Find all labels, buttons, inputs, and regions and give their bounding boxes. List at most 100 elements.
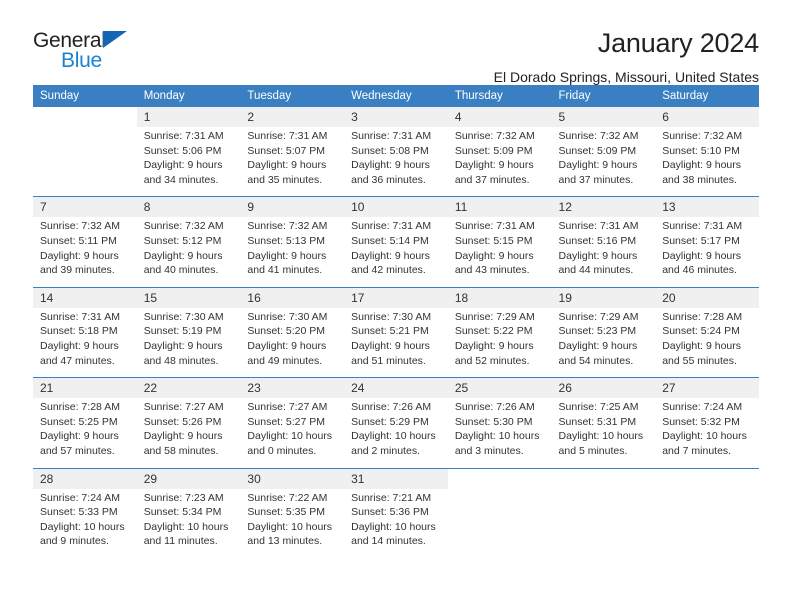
day-cell[interactable]: Sunrise: 7:30 AM Sunset: 5:21 PM Daylight:…: [344, 307, 448, 378]
day-number[interactable]: 19: [551, 286, 656, 308]
day-number[interactable]: 24: [344, 377, 448, 399]
day-cell-line: and 52 minutes.: [454, 354, 530, 367]
day-cell[interactable]: Sunrise: 7:21 AM Sunset: 5:36 PM Daylight:…: [344, 488, 448, 558]
day-cell-line: and 2 minutes.: [351, 444, 420, 457]
page-subtitle: El Dorado Springs, Missouri, United Stat…: [493, 69, 759, 86]
day-number[interactable]: 29: [136, 467, 241, 489]
day-cell[interactable]: Sunrise: 7:31 AM Sunset: 5:18 PM Daylight:…: [33, 307, 137, 378]
day-cell-line: Sunset: 5:17 PM: [662, 234, 740, 247]
day-cell[interactable]: Sunrise: 7:23 AM Sunset: 5:34 PM Daylight:…: [136, 488, 241, 558]
day-cell-line: Sunset: 5:10 PM: [662, 144, 740, 157]
day-number[interactable]: 1: [136, 107, 241, 127]
day-number[interactable]: 31: [344, 467, 448, 489]
day-cell-line: Daylight: 9 hours: [454, 159, 534, 172]
day-cell[interactable]: Sunrise: 7:29 AM Sunset: 5:22 PM Daylight:…: [447, 307, 552, 378]
day-cell-line: Sunrise: 7:31 AM: [662, 220, 743, 233]
day-number[interactable]: 6: [655, 107, 759, 127]
day-number[interactable]: 4: [447, 107, 552, 127]
day-cell[interactable]: Sunrise: 7:32 AM Sunset: 5:09 PM Daylight:…: [551, 127, 656, 197]
day-cell[interactable]: Sunrise: 7:30 AM Sunset: 5:20 PM Daylight:…: [240, 307, 345, 378]
day-cell[interactable]: Sunrise: 7:31 AM Sunset: 5:14 PM Daylight:…: [344, 217, 448, 288]
day-cell-line: and 11 minutes.: [143, 535, 218, 548]
day-cell[interactable]: Sunrise: 7:32 AM Sunset: 5:12 PM Daylight:…: [136, 217, 241, 288]
day-cell[interactable]: Sunrise: 7:31 AM Sunset: 5:15 PM Daylight:…: [447, 217, 552, 288]
day-cell-line: Sunset: 5:09 PM: [454, 144, 533, 157]
day-cell[interactable]: Sunrise: 7:32 AM Sunset: 5:09 PM Daylight:…: [447, 127, 552, 197]
day-number[interactable]: 12: [551, 196, 656, 218]
day-cell[interactable]: Sunrise: 7:27 AM Sunset: 5:26 PM Daylight:…: [136, 398, 241, 468]
day-number[interactable]: 18: [447, 286, 552, 308]
day-number[interactable]: 17: [344, 286, 448, 308]
day-cell-line: and 42 minutes.: [351, 264, 426, 277]
day-cell[interactable]: Sunrise: 7:31 AM Sunset: 5:16 PM Daylight:…: [551, 217, 656, 288]
day-cell[interactable]: Sunrise: 7:31 AM Sunset: 5:07 PM Daylight:…: [240, 127, 345, 197]
day-number[interactable]: 8: [136, 196, 241, 218]
day-cell[interactable]: Sunrise: 7:28 AM Sunset: 5:25 PM Daylight:…: [33, 398, 137, 468]
day-cell-line: Daylight: 9 hours: [143, 339, 223, 352]
general-blue-logo[interactable]: General Blue: [33, 28, 143, 74]
weekday-header-tuesday: Tuesday: [240, 85, 345, 107]
day-cell-line: Sunset: 5:19 PM: [143, 325, 222, 338]
day-cell-line: Daylight: 10 hours: [247, 520, 333, 533]
day-cell-line: Sunset: 5:16 PM: [558, 234, 637, 247]
day-cell[interactable]: Sunrise: 7:24 AM Sunset: 5:32 PM Daylight:…: [655, 398, 759, 468]
day-cell[interactable]: Sunrise: 7:32 AM Sunset: 5:13 PM Daylight:…: [240, 217, 345, 288]
day-number[interactable]: 28: [33, 467, 137, 489]
day-number[interactable]: 14: [33, 286, 137, 308]
day-cell-line: Daylight: 9 hours: [143, 249, 223, 262]
day-number[interactable]: 16: [240, 286, 345, 308]
day-cell[interactable]: Sunrise: 7:22 AM Sunset: 5:35 PM Daylight:…: [240, 488, 345, 558]
day-number[interactable]: 15: [136, 286, 241, 308]
day-cell-line: Sunset: 5:08 PM: [351, 144, 429, 157]
day-cell-line: Sunrise: 7:30 AM: [143, 310, 224, 323]
day-number[interactable]: 9: [240, 196, 345, 218]
day-cell-line: Sunrise: 7:23 AM: [143, 491, 224, 504]
day-cell-line: Sunrise: 7:25 AM: [558, 401, 639, 414]
day-cell[interactable]: Sunrise: 7:31 AM Sunset: 5:08 PM Daylight:…: [344, 127, 448, 197]
day-cell-line: Sunrise: 7:32 AM: [143, 220, 224, 233]
calendar-body: 1 2 3 4 5 6 Sunrise: 7:31 AM Sunset: 5:06 PM Day…: [33, 107, 759, 558]
day-cell-line: Sunrise: 7:32 AM: [247, 220, 328, 233]
day-cell[interactable]: Sunrise: 7:24 AM Sunset: 5:33 PM Daylight:…: [33, 488, 137, 558]
day-number[interactable]: 21: [33, 377, 137, 399]
day-cell[interactable]: Sunrise: 7:32 AM Sunset: 5:10 PM Daylight:…: [655, 127, 759, 197]
day-number[interactable]: 10: [344, 196, 448, 218]
week-info-row: Sunrise: 7:31 AM Sunset: 5:18 PM Daylight:…: [33, 307, 759, 378]
day-cell-line: and 38 minutes.: [662, 173, 737, 186]
day-cell-line: Sunset: 5:32 PM: [662, 415, 740, 428]
day-cell-line: Daylight: 9 hours: [558, 249, 638, 262]
day-cell[interactable]: Sunrise: 7:26 AM Sunset: 5:29 PM Daylight:…: [344, 398, 448, 468]
week-info-row: Sunrise: 7:31 AM Sunset: 5:06 PM Daylight:…: [33, 127, 759, 197]
week-daynumber-row: 123456: [33, 107, 759, 127]
day-number[interactable]: 2: [240, 107, 345, 127]
day-number[interactable]: 13: [655, 196, 759, 218]
day-cell-line: Sunset: 5:07 PM: [247, 144, 326, 157]
day-cell-line: Sunset: 5:15 PM: [454, 234, 533, 247]
day-number[interactable]: 27: [655, 377, 759, 399]
day-cell-line: Sunset: 5:24 PM: [662, 325, 740, 338]
day-number[interactable]: 20: [655, 286, 759, 308]
day-number[interactable]: 25: [447, 377, 552, 399]
title-block: January 2024 El Dorado Springs, Missouri…: [493, 28, 760, 86]
day-cell[interactable]: Sunrise: 7:32 AM Sunset: 5:11 PM Daylight:…: [33, 217, 137, 288]
day-cell[interactable]: Sunrise: 7:31 AM Sunset: 5:06 PM Daylight:…: [136, 127, 241, 197]
day-cell-line: Sunrise: 7:31 AM: [247, 130, 328, 142]
day-number[interactable]: 7: [33, 196, 137, 218]
day-number[interactable]: 26: [551, 377, 656, 399]
day-number[interactable]: 11: [447, 196, 552, 218]
day-cell[interactable]: Sunrise: 7:25 AM Sunset: 5:31 PM Daylight:…: [551, 398, 656, 468]
day-cell-line: and 39 minutes.: [40, 264, 115, 277]
day-number[interactable]: 23: [240, 377, 345, 399]
day-number[interactable]: 22: [136, 377, 241, 399]
day-cell-line: and 37 minutes.: [454, 173, 530, 186]
day-cell[interactable]: Sunrise: 7:28 AM Sunset: 5:24 PM Daylight:…: [655, 307, 759, 378]
day-cell-line: Daylight: 9 hours: [351, 249, 430, 262]
day-cell[interactable]: Sunrise: 7:29 AM Sunset: 5:23 PM Daylight:…: [551, 307, 656, 378]
day-cell[interactable]: Sunrise: 7:27 AM Sunset: 5:27 PM Daylight:…: [240, 398, 345, 468]
day-cell[interactable]: Sunrise: 7:30 AM Sunset: 5:19 PM Daylight:…: [136, 307, 241, 378]
day-number[interactable]: 5: [551, 107, 656, 127]
day-number[interactable]: 30: [240, 467, 345, 489]
day-number[interactable]: 3: [344, 107, 448, 127]
day-cell[interactable]: Sunrise: 7:26 AM Sunset: 5:30 PM Daylight:…: [447, 398, 552, 468]
day-cell[interactable]: Sunrise: 7:31 AM Sunset: 5:17 PM Daylight:…: [655, 217, 759, 288]
